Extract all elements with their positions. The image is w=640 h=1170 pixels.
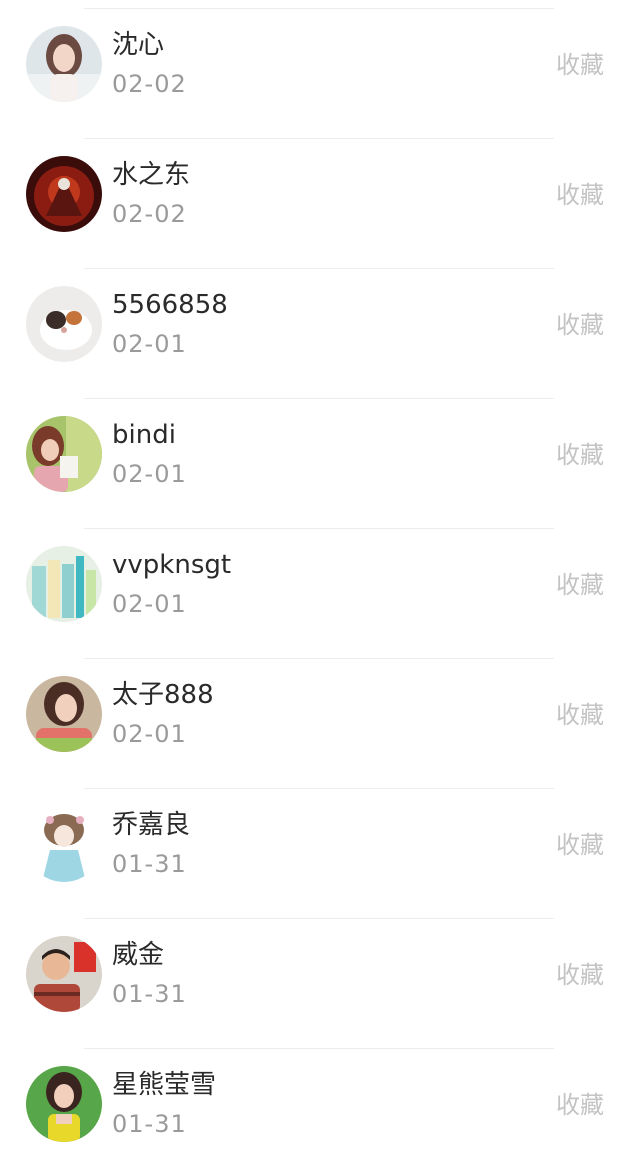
user-date: 02-01: [112, 720, 187, 748]
user-name: 5566858: [112, 290, 228, 320]
user-date: 02-01: [112, 590, 187, 618]
user-date: 01-31: [112, 850, 187, 878]
divider: [84, 268, 554, 269]
avatar[interactable]: [26, 26, 102, 102]
list-item[interactable]: 太子888 02-01 收藏: [0, 650, 640, 780]
divider: [84, 138, 554, 139]
favorite-button[interactable]: 收藏: [556, 699, 604, 731]
user-name: 乔嘉良: [112, 810, 191, 840]
favorite-button[interactable]: 收藏: [556, 49, 604, 81]
list-item[interactable]: 5566858 02-01 收藏: [0, 260, 640, 390]
list-item[interactable]: 沈心 02-02 收藏: [0, 0, 640, 130]
avatar[interactable]: [26, 676, 102, 752]
avatar[interactable]: [26, 286, 102, 362]
avatar[interactable]: [26, 156, 102, 232]
list-item[interactable]: 乔嘉良 01-31 收藏: [0, 780, 640, 910]
favorite-button[interactable]: 收藏: [556, 309, 604, 341]
list-item[interactable]: 星熊莹雪 01-31 收藏: [0, 1040, 640, 1170]
user-name: 星熊莹雪: [112, 1070, 217, 1100]
favorite-button[interactable]: 收藏: [556, 439, 604, 471]
user-name: 水之东: [112, 160, 191, 190]
user-name: 太子888: [112, 680, 214, 710]
favorite-button[interactable]: 收藏: [556, 179, 604, 211]
list-item[interactable]: vvpknsgt 02-01 收藏: [0, 520, 640, 650]
user-date: 02-01: [112, 330, 187, 358]
divider: [84, 8, 554, 9]
divider: [84, 788, 554, 789]
user-date: 02-02: [112, 200, 187, 228]
user-name: 威金: [112, 940, 165, 970]
user-name: 沈心: [112, 30, 165, 60]
divider: [84, 398, 554, 399]
divider: [84, 1048, 554, 1049]
favorite-button[interactable]: 收藏: [556, 569, 604, 601]
list-item[interactable]: 水之东 02-02 收藏: [0, 130, 640, 260]
divider: [84, 528, 554, 529]
avatar[interactable]: [26, 1066, 102, 1142]
user-date: 01-31: [112, 1110, 187, 1138]
user-name: vvpknsgt: [112, 550, 232, 580]
list-item[interactable]: 威金 01-31 收藏: [0, 910, 640, 1040]
user-name: bindi: [112, 420, 176, 450]
divider: [84, 918, 554, 919]
divider: [84, 658, 554, 659]
user-list: 沈心 02-02 收藏 水之东 02-02 收藏 5566858 02-01 收…: [0, 0, 640, 1142]
avatar[interactable]: [26, 806, 102, 882]
avatar[interactable]: [26, 936, 102, 1012]
favorite-button[interactable]: 收藏: [556, 1089, 604, 1121]
user-date: 02-01: [112, 460, 187, 488]
user-date: 01-31: [112, 980, 187, 1008]
user-date: 02-02: [112, 70, 187, 98]
list-item[interactable]: bindi 02-01 收藏: [0, 390, 640, 520]
favorite-button[interactable]: 收藏: [556, 959, 604, 991]
favorite-button[interactable]: 收藏: [556, 829, 604, 861]
avatar[interactable]: [26, 546, 102, 622]
avatar[interactable]: [26, 416, 102, 492]
